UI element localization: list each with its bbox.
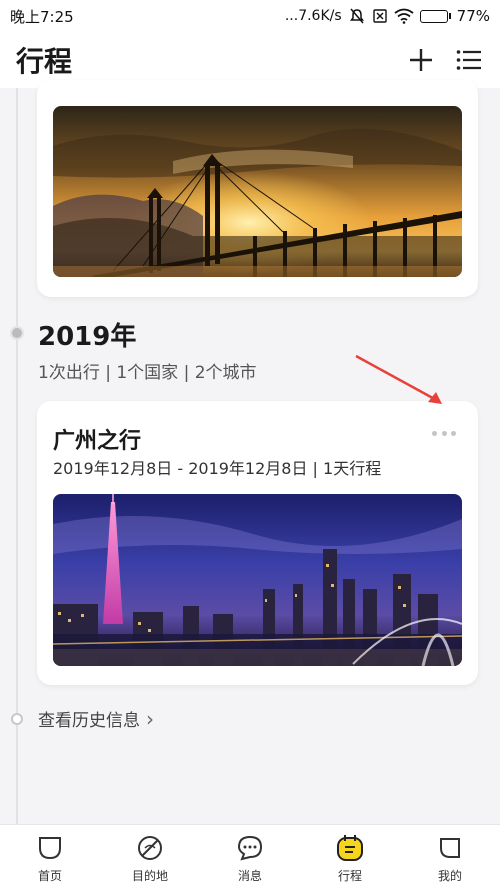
year-title: 2019年 bbox=[38, 322, 137, 352]
timeline-year-dot bbox=[10, 326, 24, 340]
battery-icon bbox=[419, 9, 451, 23]
guangzhou-night-image bbox=[53, 494, 462, 666]
status-bar: 晚上7:25 ...7.6K/s 77% bbox=[0, 0, 500, 32]
nav-item-profile[interactable]: 我的 bbox=[410, 833, 490, 884]
nav-label-message: 消息 bbox=[237, 869, 262, 883]
destination-icon bbox=[138, 836, 162, 860]
trip-title: 广州之行 bbox=[53, 429, 142, 454]
page-title: 行程 bbox=[16, 45, 73, 78]
chevron-right-icon: › bbox=[146, 706, 154, 731]
trip-icon bbox=[337, 835, 363, 861]
nav-item-trip[interactable]: 行程 bbox=[310, 833, 390, 884]
profile-icon bbox=[440, 838, 460, 858]
add-icon bbox=[410, 49, 432, 71]
message-icon bbox=[237, 835, 263, 861]
annotation-arrow bbox=[355, 354, 442, 404]
bridge-sunset-image bbox=[53, 106, 462, 277]
history-label: 查看历史信息 bbox=[38, 711, 140, 731]
previous-trip-card[interactable] bbox=[37, 80, 478, 297]
status-time: 晚上7:25 bbox=[10, 7, 74, 26]
add-button[interactable] bbox=[406, 45, 436, 75]
header-actions bbox=[406, 45, 484, 75]
battery-percent: 77% bbox=[456, 7, 490, 25]
nav-label-home: 首页 bbox=[37, 869, 62, 883]
list-button[interactable] bbox=[454, 45, 484, 75]
home-icon bbox=[39, 837, 61, 860]
nav-label-trip: 行程 bbox=[337, 869, 362, 883]
mute-icon bbox=[349, 8, 364, 24]
nav-label-profile: 我的 bbox=[437, 869, 462, 883]
sim-icon bbox=[372, 9, 387, 23]
status-right: ...7.6K/s 77% bbox=[285, 7, 490, 25]
history-link[interactable]: 查看历史信息 › bbox=[38, 706, 154, 732]
network-speed: ...7.6K/s bbox=[284, 8, 342, 24]
nav-label-destination: 目的地 bbox=[131, 869, 168, 883]
trip-card-guangzhou[interactable]: 广州之行 2019年12月8日 - 2019年12月8日 | 1天行程 bbox=[37, 401, 478, 685]
bottom-nav: 首页 目的地 消息 行程 我的 bbox=[0, 824, 500, 889]
more-dots-icon bbox=[432, 430, 437, 436]
more-options-button[interactable] bbox=[432, 427, 456, 439]
nav-item-destination[interactable]: 目的地 bbox=[110, 833, 190, 884]
nav-item-message[interactable]: 消息 bbox=[210, 833, 290, 884]
wifi-icon bbox=[394, 8, 414, 24]
list-icon bbox=[456, 50, 481, 70]
year-summary: 1次出行 | 1个国家 | 2个城市 bbox=[38, 363, 257, 383]
timeline-history-dot bbox=[11, 713, 23, 725]
nav-item-home[interactable]: 首页 bbox=[10, 833, 90, 884]
trip-dates: 2019年12月8日 - 2019年12月8日 | 1天行程 bbox=[53, 459, 382, 478]
